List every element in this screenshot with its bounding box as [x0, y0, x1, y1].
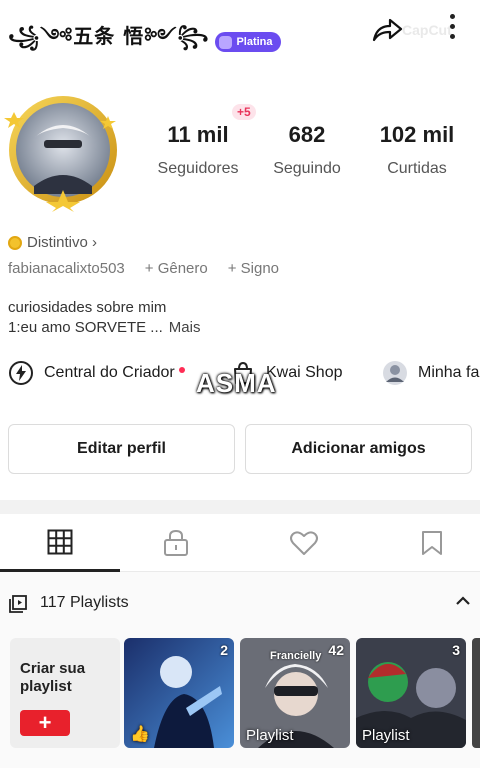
platina-badge[interactable]: Platina	[215, 32, 281, 52]
heart-icon	[290, 531, 318, 555]
bookmark-icon	[422, 531, 442, 555]
family-label: Minha fa	[418, 364, 480, 381]
playlists-header[interactable]: 117 Playlists	[0, 572, 480, 634]
playlist-video-count: 2	[220, 642, 228, 658]
playlist-card[interactable]: Francielly 42 Playlist	[240, 638, 350, 748]
info-row: fabianacalixto503 + Gênero + Signo	[8, 260, 299, 277]
distintivo-label: Distintivo ›	[27, 234, 98, 251]
playlist-label: Playlist	[246, 727, 294, 744]
profile-stats: 11 mil Seguidores 682 Seguindo 102 mil C…	[140, 122, 480, 182]
playlist-label: Playlist	[362, 727, 410, 744]
add-gender-button[interactable]: + Gênero	[145, 260, 208, 277]
playlist-card-partial[interactable]	[472, 638, 480, 748]
family-link[interactable]: Minha fa	[382, 360, 479, 386]
playlist-video-count: 3	[452, 642, 460, 658]
playlist-icon	[9, 595, 27, 613]
followers-label: Seguidores	[157, 160, 239, 177]
bio: curiosidades sobre mim 1:eu amo SORVETE …	[8, 298, 200, 338]
create-playlist-button[interactable]: +	[20, 710, 70, 736]
capcut-watermark: CapCut	[402, 22, 452, 38]
playlist-card[interactable]: 3 Playlist	[356, 638, 466, 748]
create-playlist-card[interactable]: Criar sua playlist +	[10, 638, 120, 748]
bio-more-link[interactable]: Mais	[169, 319, 201, 336]
grid-icon	[47, 529, 73, 554]
playlist-cards: Criar sua playlist + 2 👍 Francielly 42 P…	[0, 634, 480, 768]
family-avatar-icon	[383, 361, 407, 385]
likes-label: Curtidas	[387, 160, 447, 177]
profile-header: ꧁༺五条 悟༻꧂ Platina CapCut	[0, 0, 480, 64]
playlist-caption: Francielly	[270, 650, 322, 662]
overlay-caption: ASMA	[196, 368, 277, 398]
playlist-video-count: 42	[328, 642, 344, 658]
tab-grid[interactable]	[0, 514, 120, 572]
followers-stat[interactable]: 11 mil Seguidores	[138, 122, 258, 178]
badge-icon	[219, 35, 233, 49]
avatar[interactable]	[4, 94, 122, 212]
following-label: Seguindo	[273, 160, 341, 177]
name-row: ꧁༺五条 悟༻꧂ Platina	[8, 14, 281, 70]
thumbs-up-icon: 👍	[130, 726, 150, 743]
share-icon[interactable]	[370, 16, 404, 44]
playlist-card[interactable]: 2 👍	[124, 638, 234, 748]
distintivo-icon	[8, 235, 22, 250]
distintivo-link[interactable]: Distintivo ›	[8, 234, 97, 251]
likes-stat[interactable]: 102 mil Curtidas	[357, 122, 477, 178]
profile-name: ꧁༺五条 悟༻꧂	[8, 24, 210, 48]
more-options-icon[interactable]	[446, 14, 458, 44]
add-friends-button[interactable]: Adicionar amigos	[245, 424, 472, 474]
profile-tabs	[0, 514, 480, 572]
tab-liked[interactable]	[244, 514, 364, 572]
chevron-up-icon[interactable]	[456, 596, 470, 606]
creator-center-link[interactable]: Central do Criador	[8, 360, 185, 386]
playlists-count: 117 Playlists	[40, 594, 129, 611]
edit-profile-button[interactable]: Editar perfil	[8, 424, 235, 474]
notification-dot	[178, 367, 185, 373]
likes-count: 102 mil	[379, 122, 455, 147]
followers-count: 11 mil	[167, 122, 229, 147]
bio-line-1: curiosidades sobre mim	[8, 299, 167, 316]
creator-center-label: Central do Criador	[44, 364, 175, 381]
lightning-icon	[9, 361, 33, 385]
username: fabianacalixto503	[8, 260, 125, 277]
kwai-shop-label: Kwai Shop	[266, 364, 343, 381]
following-stat[interactable]: 682 Seguindo	[247, 122, 367, 178]
create-playlist-label: Criar sua playlist	[20, 660, 86, 695]
bio-line-2: 1:eu amo SORVETE ...	[8, 319, 163, 336]
add-sign-button[interactable]: + Signo	[228, 260, 279, 277]
new-followers-badge: +5	[232, 104, 256, 120]
lock-icon	[164, 529, 188, 556]
section-divider	[0, 500, 480, 514]
tab-private[interactable]	[116, 514, 236, 572]
tab-saved[interactable]	[372, 514, 480, 572]
following-count: 682	[288, 122, 326, 147]
badge-label: Platina	[236, 36, 273, 48]
